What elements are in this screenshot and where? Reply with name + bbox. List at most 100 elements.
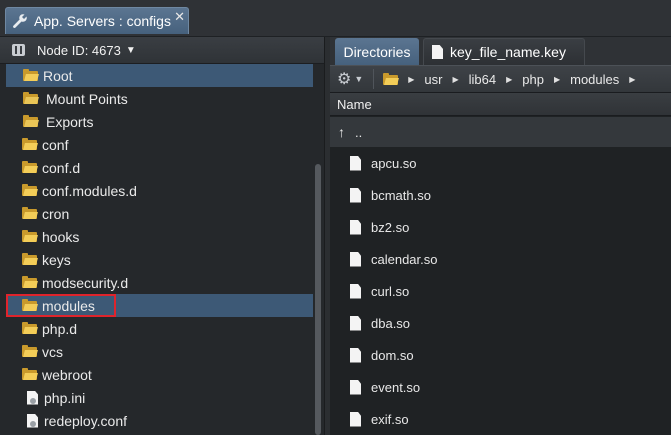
file-icon: [350, 187, 361, 203]
file-browser-tabs: Directories key_file_name.key: [330, 37, 671, 65]
file-row[interactable]: bcmath.so: [330, 179, 671, 211]
folder-icon: [22, 207, 38, 219]
folder-icon: [22, 322, 38, 334]
up-arrow-icon: ↑: [338, 124, 345, 140]
folder-icon: [22, 253, 38, 265]
file-name: apcu.so: [371, 155, 417, 171]
tab-label: Directories: [343, 43, 411, 60]
tree-item-label: keys: [42, 251, 71, 268]
tree-item-label: hooks: [42, 228, 80, 245]
file-row[interactable]: apcu.so: [330, 147, 671, 179]
breadcrumb-separator-icon: ▶: [506, 74, 513, 84]
open-folder-icon: [23, 69, 39, 81]
file-row[interactable]: dba.so: [330, 307, 671, 339]
parent-directory-label: ..: [355, 124, 363, 140]
file-row[interactable]: dom.so: [330, 339, 671, 371]
column-header-label: Name: [337, 96, 372, 112]
tree-scrollbar[interactable]: [315, 164, 321, 435]
chevron-down-icon[interactable]: ▼: [354, 74, 363, 84]
window-tab-bar: App. Servers : configs ✕: [0, 0, 671, 37]
tree-item[interactable]: Root: [6, 64, 313, 87]
file-icon: [350, 219, 361, 235]
file-row[interactable]: bz2.so: [330, 211, 671, 243]
node-selector[interactable]: Node ID: 4673 ▼: [0, 37, 324, 64]
file-icon: [350, 155, 361, 171]
tree-item-label: php.ini: [44, 389, 86, 406]
tree-item[interactable]: keys: [6, 248, 313, 271]
tree-item[interactable]: conf: [6, 133, 313, 156]
tree-item[interactable]: conf.modules.d: [6, 179, 313, 202]
breadcrumb-separator-icon: ▶: [629, 74, 636, 84]
tab-key-file[interactable]: key_file_name.key: [423, 38, 585, 65]
file-icon: [350, 251, 361, 267]
server-node-icon: [12, 44, 25, 56]
name-column-header[interactable]: Name: [330, 93, 671, 116]
folder-icon: [22, 184, 38, 196]
tree-item[interactable]: hooks: [6, 225, 313, 248]
tree-item[interactable]: php.d: [6, 317, 313, 340]
breadcrumb-separator-icon: ▶: [452, 74, 459, 84]
file-name: calendar.so: [371, 251, 438, 267]
file-row[interactable]: calendar.so: [330, 243, 671, 275]
file-row[interactable]: event.so: [330, 371, 671, 403]
tree-item[interactable]: modsecurity.d: [6, 271, 313, 294]
window-tab-title: App. Servers : configs: [34, 13, 171, 29]
file-icon: [350, 411, 361, 427]
tree-item[interactable]: vcs: [6, 340, 313, 363]
tree-item[interactable]: Exports: [6, 110, 313, 133]
gear-icon[interactable]: ⚙: [337, 69, 351, 89]
tree-item[interactable]: cron: [6, 202, 313, 225]
folder-icon: [22, 368, 38, 380]
folder-icon: [22, 230, 38, 242]
tab-directories[interactable]: Directories: [335, 38, 419, 65]
breadcrumb-separator-icon: ▶: [408, 74, 415, 84]
tree-item-label: redeploy.conf: [44, 412, 128, 429]
tree-item[interactable]: Mount Points: [6, 87, 313, 110]
tree-item[interactable]: conf.d: [6, 156, 313, 179]
tree-item-label: conf.d: [42, 159, 81, 176]
breadcrumb-item[interactable]: php: [522, 72, 544, 87]
tree-item[interactable]: redeploy.conf: [6, 409, 313, 432]
file-icon: [350, 347, 361, 363]
breadcrumb-separator-icon: ▶: [553, 74, 561, 84]
file-name: event.so: [371, 379, 421, 395]
file-name: dba.so: [371, 315, 411, 331]
tree-item-label: webroot: [42, 366, 92, 383]
parent-directory-row[interactable]: ↑ ..: [330, 117, 671, 147]
config-file-icon: [27, 413, 38, 428]
open-folder-icon[interactable]: [383, 72, 400, 85]
chevron-down-icon[interactable]: ▼: [126, 45, 136, 56]
tree-item-label: Mount Points: [46, 90, 128, 107]
close-icon[interactable]: ✕: [174, 9, 185, 25]
folder-icon: [22, 161, 38, 173]
tree-item[interactable]: webroot: [6, 363, 313, 386]
window-tab[interactable]: App. Servers : configs ✕: [5, 7, 189, 34]
file-row[interactable]: curl.so: [330, 275, 671, 307]
config-file-icon: [27, 390, 38, 405]
folder-icon: [22, 345, 38, 357]
file-row[interactable]: exif.so: [330, 403, 671, 435]
node-tree-panel: Node ID: 4673 ▼ Root Mount Points Exports c…: [0, 37, 325, 435]
tree-item[interactable]: php.ini: [6, 386, 313, 409]
directory-tree: Root Mount Points Exports conf conf.d conf.mo…: [6, 64, 313, 435]
file-list: apcu.so bcmath.so bz2.so calendar.so curl.so…: [330, 147, 671, 435]
tree-item-label: cron: [42, 205, 70, 222]
tree-item-label: vcs: [42, 343, 63, 360]
breadcrumb-item[interactable]: usr: [424, 72, 442, 87]
tree-item-label: modules: [42, 297, 95, 314]
tree-item[interactable]: modules: [6, 294, 313, 317]
tree-item-label: php.d: [42, 320, 78, 337]
tree-item-label: conf.modules.d: [42, 182, 137, 199]
tree-item-label: Root: [43, 67, 73, 84]
breadcrumb-item[interactable]: lib64: [469, 72, 496, 87]
tab-label: key_file_name.key: [450, 44, 566, 60]
breadcrumb: ⚙ ▼ ▶ usr ▶ lib64 ▶ php ▶ modules ▶: [330, 65, 671, 93]
folder-icon: [22, 276, 38, 288]
file-name: bcmath.so: [371, 187, 431, 203]
file-name: exif.so: [371, 411, 409, 427]
file-icon: [432, 45, 443, 59]
export-folder-icon: [23, 115, 39, 127]
tree-item-label: modsecurity.d: [42, 274, 129, 291]
breadcrumb-item[interactable]: modules: [570, 72, 619, 87]
file-icon: [350, 379, 361, 395]
